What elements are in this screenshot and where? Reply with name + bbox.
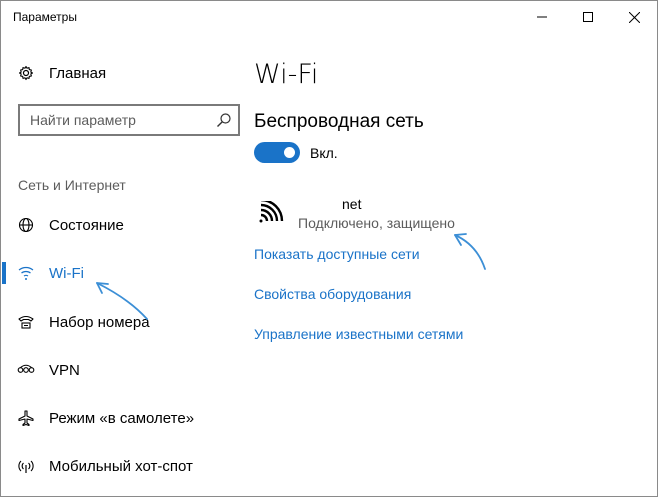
annotation-arrow-icon	[96, 282, 148, 320]
title-bar[interactable]: Параметры	[1, 1, 657, 33]
sidebar-item-home[interactable]: Главная	[1, 53, 241, 93]
globe-icon	[17, 216, 35, 234]
connected-network[interactable]: net Подключено, защищено	[254, 193, 554, 237]
manage-known-networks-link[interactable]: Управление известными сетями	[254, 326, 463, 342]
dialup-icon	[17, 313, 35, 331]
page-title: Wi-Fi	[254, 59, 319, 90]
sidebar-item-label: Состояние	[49, 216, 124, 234]
close-icon	[628, 11, 640, 23]
minimize-icon	[537, 16, 547, 18]
show-available-networks-link[interactable]: Показать доступные сети	[254, 246, 420, 262]
maximize-icon	[583, 12, 593, 22]
gear-icon	[17, 64, 35, 82]
wifi-signal-icon	[259, 201, 284, 223]
sidebar-item-label: VPN	[49, 361, 80, 379]
window-title: Параметры	[13, 10, 77, 24]
hardware-properties-link[interactable]: Свойства оборудования	[254, 286, 411, 302]
wifi-icon	[17, 264, 35, 282]
sidebar-item-airplane[interactable]: Режим «в самолете»	[1, 398, 241, 438]
search-box[interactable]	[18, 104, 240, 136]
minimize-button[interactable]	[519, 1, 565, 33]
sidebar-item-vpn[interactable]: VPN	[1, 350, 241, 390]
sidebar-item-status[interactable]: Состояние	[1, 205, 241, 245]
sidebar-item-label: Режим «в самолете»	[49, 409, 195, 427]
toggle-knob	[284, 147, 295, 158]
sidebar-item-label: Wi-Fi	[49, 264, 84, 282]
active-indicator	[2, 262, 6, 284]
search-input[interactable]	[30, 111, 210, 129]
hotspot-icon	[17, 457, 35, 475]
section-header: Сеть и Интернет	[18, 177, 126, 193]
sidebar-item-label: Мобильный хот-спот	[49, 457, 193, 475]
sidebar-item-hotspot[interactable]: Мобильный хот-спот	[1, 446, 241, 486]
airplane-icon	[17, 409, 35, 427]
wifi-toggle[interactable]	[254, 142, 300, 163]
close-button[interactable]	[611, 1, 657, 33]
network-status: Подключено, защищено	[298, 215, 455, 231]
network-name: net	[342, 196, 362, 212]
annotation-arrow-icon	[454, 233, 486, 270]
sidebar-item-label: Главная	[49, 64, 107, 82]
maximize-button[interactable]	[565, 1, 611, 33]
toggle-label: Вкл.	[310, 145, 338, 161]
vpn-icon	[17, 361, 35, 379]
search-icon[interactable]	[216, 112, 232, 128]
settings-window: Параметры Главная Найти параметр Сеть и …	[0, 0, 658, 497]
wireless-network-header: Беспроводная сеть	[254, 111, 424, 132]
